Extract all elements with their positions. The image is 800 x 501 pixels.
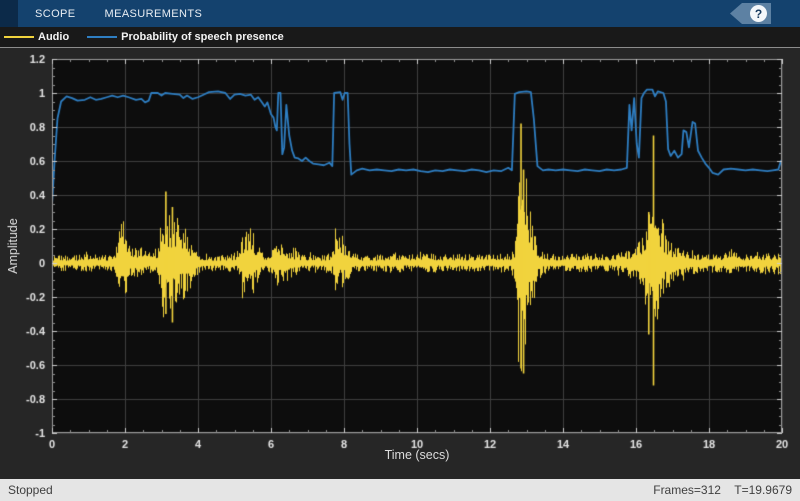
audio-line-swatch bbox=[4, 36, 34, 38]
y-axis-label: Amplitude bbox=[6, 218, 20, 274]
plot-area: Time (secs) Amplitude bbox=[0, 48, 800, 479]
tab-scope[interactable]: SCOPE bbox=[23, 0, 88, 27]
scope-window: SCOPE MEASUREMENTS ? Audio Probability o… bbox=[0, 0, 800, 500]
toolstrip: SCOPE MEASUREMENTS ? bbox=[0, 0, 800, 27]
status-frames: Frames=312 bbox=[653, 483, 721, 497]
status-bar: Stopped Frames=312 T=19.9679 bbox=[0, 479, 800, 501]
status-time: T=19.9679 bbox=[734, 483, 792, 497]
legend-label-audio: Audio bbox=[38, 31, 69, 43]
toolstrip-corner bbox=[0, 0, 18, 27]
waveform-canvas[interactable] bbox=[0, 48, 800, 479]
probability-line-swatch bbox=[87, 36, 117, 38]
help-icon[interactable]: ? bbox=[750, 5, 767, 22]
tab-measurements[interactable]: MEASUREMENTS bbox=[93, 0, 215, 27]
x-axis-label: Time (secs) bbox=[52, 448, 782, 462]
status-state: Stopped bbox=[8, 483, 53, 497]
legend-label-probability: Probability of speech presence bbox=[121, 31, 284, 43]
legend-item-audio[interactable]: Audio bbox=[4, 31, 83, 43]
legend: Audio Probability of speech presence bbox=[0, 27, 800, 48]
help-banner[interactable]: ? bbox=[730, 3, 771, 24]
status-counters: Frames=312 T=19.9679 bbox=[643, 483, 792, 497]
legend-item-probability[interactable]: Probability of speech presence bbox=[87, 31, 298, 43]
